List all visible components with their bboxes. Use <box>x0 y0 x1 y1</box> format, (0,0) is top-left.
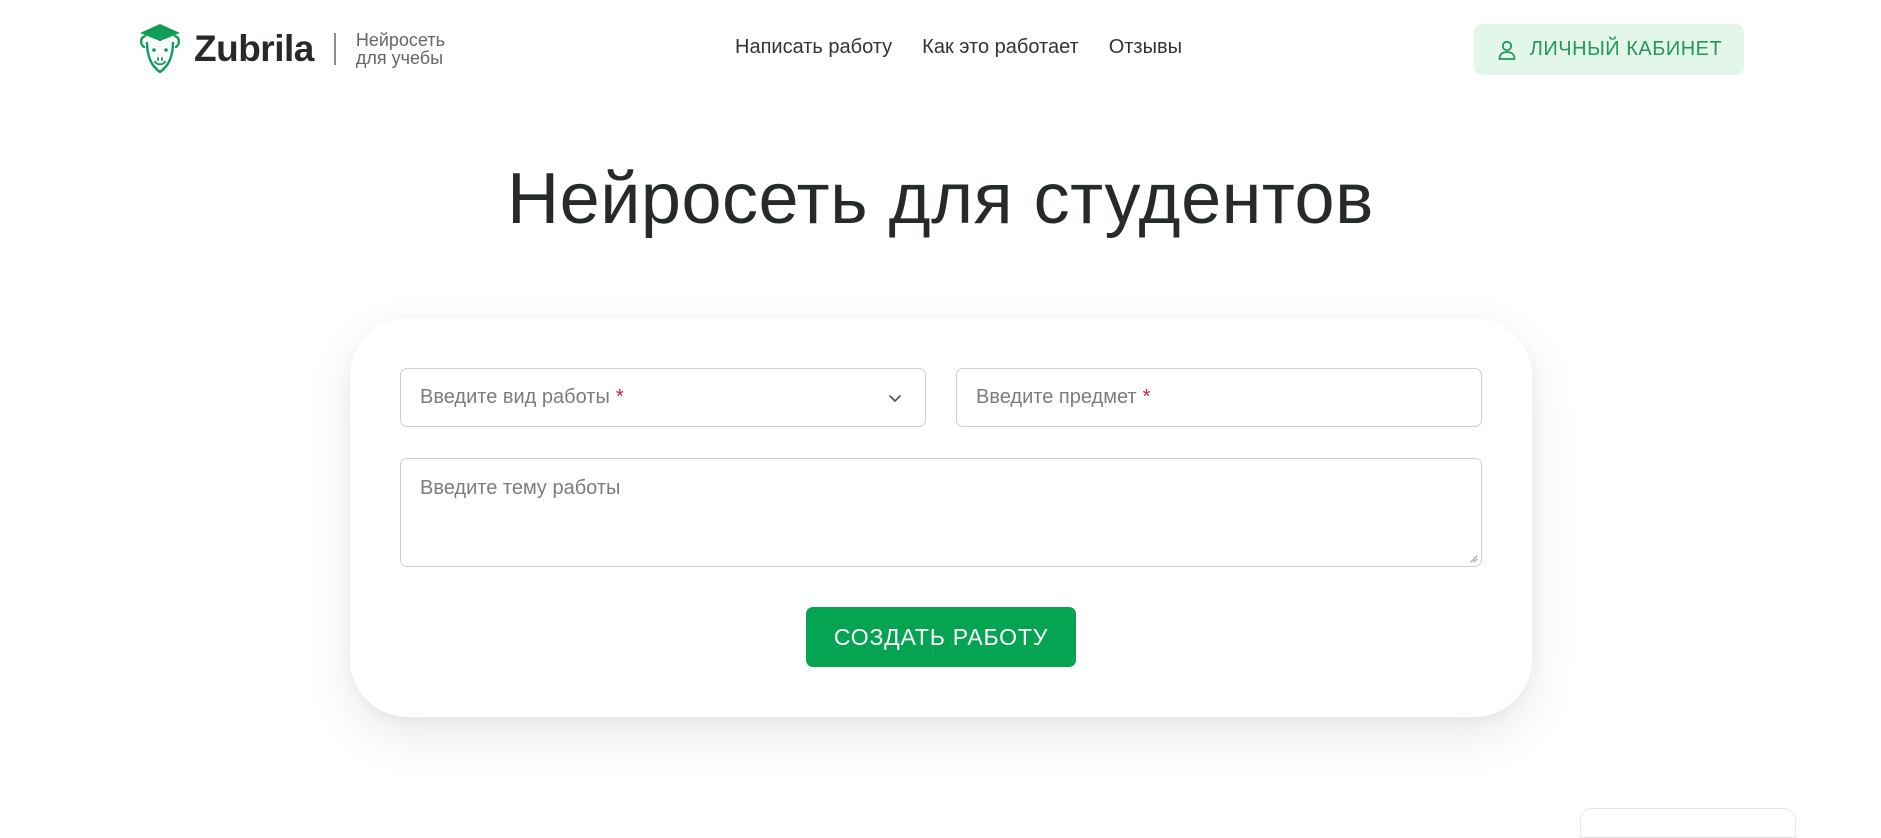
corner-widget[interactable] <box>1580 808 1796 838</box>
logo-divider <box>333 33 336 65</box>
user-icon <box>1498 40 1516 60</box>
required-mark: * <box>615 386 624 408</box>
personal-account-button[interactable]: ЛИЧНЫЙ КАБИНЕТ <box>1474 24 1744 75</box>
logo-text: Zubrila <box>194 28 314 69</box>
topic-placeholder: Введите тему работы <box>420 477 621 499</box>
required-mark: * <box>1142 386 1151 408</box>
tagline-line-2: для учебы <box>355 48 444 68</box>
bison-logo-icon <box>139 24 181 74</box>
main-nav: Написать работу Как это работает Отзывы <box>735 36 1182 59</box>
work-type-select[interactable]: Введите вид работы * <box>400 368 926 427</box>
page-title: Нейросеть для студентов <box>507 159 1374 239</box>
nav-how-it-works[interactable]: Как это работает <box>922 36 1079 59</box>
subject-placeholder: Введите предмет <box>976 386 1137 408</box>
tagline-line-1: Нейросеть <box>355 30 445 50</box>
site-header: Zubrila Нейросеть для учебы Написать раб… <box>0 0 1881 100</box>
personal-account-label: ЛИЧНЫЙ КАБИНЕТ <box>1529 38 1723 60</box>
subject-input[interactable]: Введите предмет * <box>956 368 1482 427</box>
nav-reviews[interactable]: Отзывы <box>1109 36 1182 59</box>
create-work-form: Введите вид работы * Введите предмет * В… <box>350 318 1532 717</box>
resize-handle-icon[interactable] <box>1468 553 1478 563</box>
logo-tagline: Нейросеть для учебы <box>356 31 445 67</box>
chevron-down-icon <box>889 395 901 402</box>
nav-write-work[interactable]: Написать работу <box>735 36 892 59</box>
topic-textarea[interactable]: Введите тему работы <box>400 458 1482 567</box>
create-work-button[interactable]: СОЗДАТЬ РАБОТУ <box>806 607 1076 667</box>
work-type-placeholder: Введите вид работы <box>420 386 610 408</box>
logo[interactable]: Zubrila Нейросеть для учебы <box>138 22 445 76</box>
